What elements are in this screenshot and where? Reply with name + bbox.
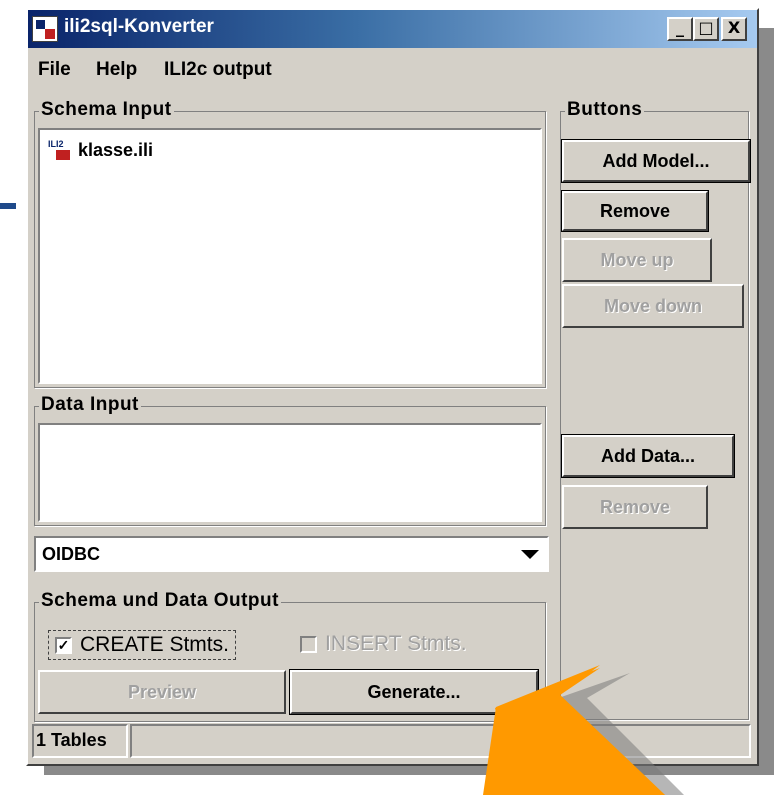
generate-button[interactable]: Generate... [289,669,539,715]
side-marker [0,203,16,209]
minimize-button[interactable]: _ [667,17,693,41]
remove-model-button[interactable]: Remove [561,190,709,232]
add-data-button[interactable]: Add Data... [561,434,735,478]
move-down-button[interactable]: Move down [562,284,744,328]
remove-data-button[interactable]: Remove [562,485,708,529]
checkbox-empty-icon [300,635,317,653]
window-title: ili2sql-Konverter [64,16,214,37]
driver-select-value: OIDBC [42,544,100,564]
buttons-label: Buttons [565,99,645,121]
app-icon [32,16,58,42]
data-input-label: Data Input [39,394,141,416]
menu-bar: File Help ILI2c output [28,56,757,86]
close-button[interactable]: X [721,17,747,41]
menu-help[interactable]: Help [96,59,137,81]
status-tables: 1 Tables [32,724,128,758]
add-model-button[interactable]: Add Model... [561,139,751,183]
schema-file-name: klasse.ili [78,140,154,160]
create-stmts-checkbox[interactable]: ✓ CREATE Stmts. [48,630,236,660]
driver-select[interactable]: OIDBC [34,536,549,572]
schema-list[interactable]: ILI2 klasse.ili [38,128,542,384]
output-label: Schema und Data Output [39,590,281,612]
title-bar[interactable]: ili2sql-Konverter _ □ X [28,10,757,48]
chevron-down-icon[interactable] [521,550,539,559]
menu-file[interactable]: File [38,59,71,81]
status-message [130,724,751,758]
check-icon: ✓ [55,636,72,654]
maximize-button[interactable]: □ [693,17,719,41]
ili-file-icon: ILI2 [48,140,72,162]
insert-stmts-checkbox[interactable]: INSERT Stmts. [300,632,467,656]
insert-stmts-label: INSERT Stmts. [325,632,467,655]
menu-ili2c-output[interactable]: ILI2c output [164,59,272,81]
create-stmts-label: CREATE Stmts. [80,633,229,656]
app-window: ili2sql-Konverter _ □ X File Help ILI2c … [26,8,759,766]
data-list[interactable] [38,423,542,522]
list-item[interactable]: ILI2 klasse.ili [48,140,153,162]
move-up-button[interactable]: Move up [562,238,712,282]
schema-input-label: Schema Input [39,99,174,121]
preview-button[interactable]: Preview [38,670,286,714]
